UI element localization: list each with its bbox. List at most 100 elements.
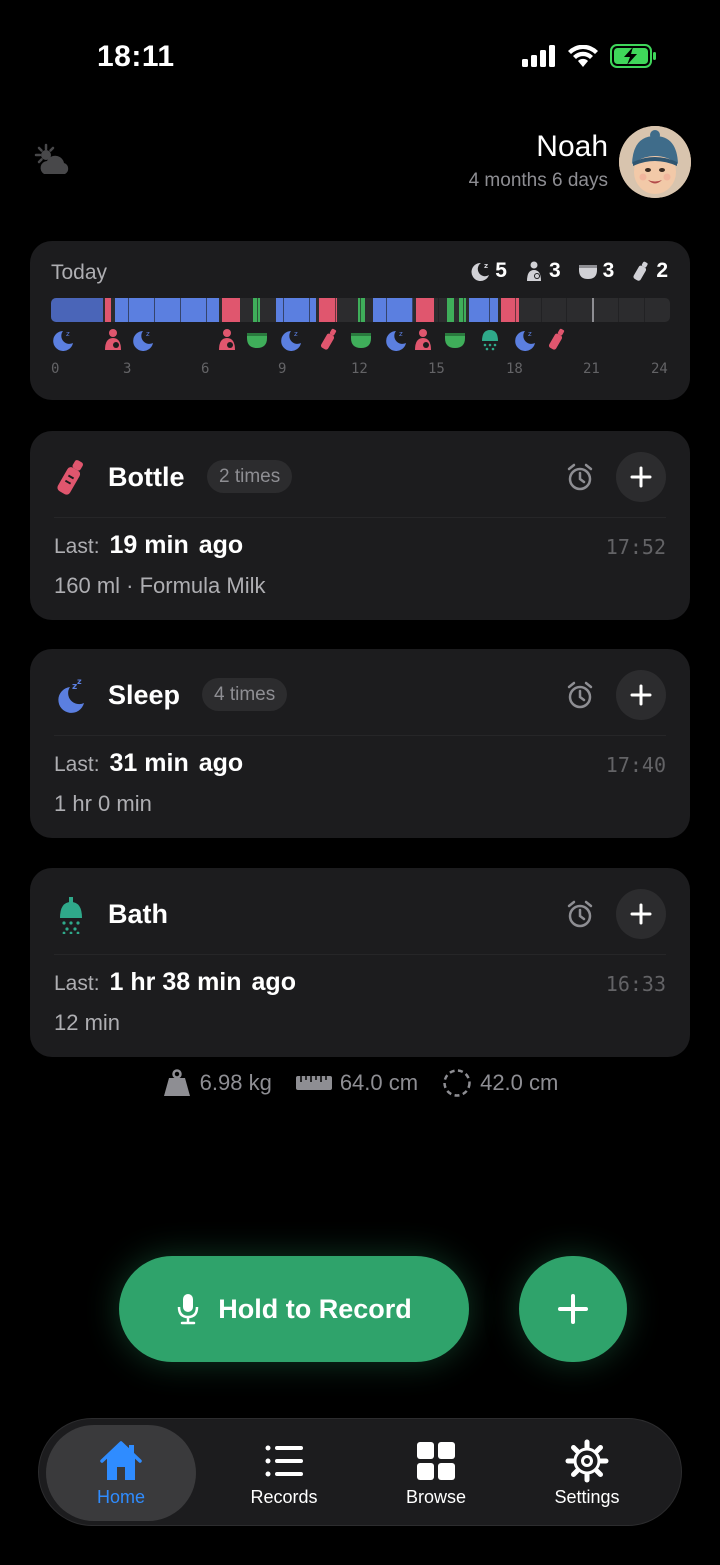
hour-label: 0 [51,361,60,377]
timeline-feeding-segment [416,298,434,322]
svg-text:z: z [66,330,70,338]
growth-measurements[interactable]: 6.98 kg 64.0 cm 42.0 cm [0,1068,720,1098]
last-value: 19 min [109,531,189,559]
add-entry-button[interactable] [519,1256,627,1362]
gear-icon [565,1439,609,1482]
status-bar: 18:11 [0,0,720,110]
tab-label: Records [250,1486,318,1507]
weight-value: 6.98 kg [199,1070,272,1095]
feeding-event-icon [105,329,121,350]
hour-label: 24 [651,361,668,377]
tab-label: Settings [554,1486,620,1507]
plus-icon [630,466,652,488]
alarm-clock-icon[interactable] [566,899,594,929]
bottle-event-icon [548,328,565,350]
diaper-icon [578,265,597,279]
tab-settings[interactable]: Settings [512,1425,662,1521]
grid-icon [417,1441,455,1480]
today-timeline[interactable] [51,298,670,322]
bottle-card[interactable]: Bottle 2 times Last: 19 min ago 17:52 16… [30,431,690,620]
plus-icon [630,684,652,706]
card-detail: 12 min [54,1010,121,1035]
bottle-icon [633,261,648,281]
hour-label: 12 [351,361,368,377]
svg-text:z: z [528,330,532,338]
diaper-count-stat: 3 [577,259,614,283]
tab-records[interactable]: Records [209,1425,359,1521]
alarm-clock-icon[interactable] [566,680,594,710]
diaper-event-icon [445,333,465,348]
add-bottle-button[interactable] [616,452,666,502]
baby-avatar[interactable] [619,126,691,198]
bottle-event-icon [320,328,337,350]
weight-measure[interactable]: 6.98 kg [162,1068,272,1098]
divider [54,735,666,736]
add-sleep-button[interactable] [616,670,666,720]
feeding-event-icon [219,329,235,350]
hour-label: 3 [123,361,132,377]
bottle-icon [57,460,83,495]
sleep-count: 5 [495,259,507,282]
alarm-clock-icon[interactable] [566,462,594,492]
svg-text:z: z [484,262,488,270]
sleep-card[interactable]: zz Sleep 4 times Last: 31 min ago 17:40 … [30,649,690,838]
microphone-icon [178,1294,199,1325]
record-label: Hold to Record [218,1293,412,1324]
bath-event-icon [482,330,498,351]
moon-icon: z [471,262,490,281]
list-icon [265,1445,303,1476]
last-value: 1 hr 38 min [109,968,242,996]
last-ago: ago [251,968,296,996]
add-bath-button[interactable] [616,889,666,939]
sleep-event-icon: z [386,330,406,351]
timeline-diaper-segment [447,298,454,322]
height-measure[interactable]: 64.0 cm [295,1068,419,1098]
svg-text:z: z [399,330,403,338]
shower-icon [60,897,82,934]
divider [54,954,666,955]
timeline-feeding-segment [105,298,111,322]
diaper-event-icon [247,333,267,348]
last-label: Last: [54,972,100,995]
bath-card[interactable]: Bath Last: 1 hr 38 min ago 16:33 12 min [30,868,690,1057]
weather-partly-cloudy-icon[interactable] [32,142,72,178]
sleep-moon-icon: zz [58,677,84,713]
ruler-icon [295,1076,332,1090]
last-ago: ago [198,749,244,777]
hour-label: 18 [506,361,523,377]
feeding-event-icon [415,329,431,350]
height-value: 64.0 cm [339,1070,419,1095]
last-line: Last: 31 min ago [54,749,243,778]
hold-to-record-button[interactable]: Hold to Record [119,1256,469,1362]
count-badge: 2 times [207,460,293,493]
weight-icon [163,1069,190,1096]
wifi-icon [568,45,598,67]
timeline-sleep-segment [373,298,413,322]
battery-charging-icon [610,44,656,68]
divider [54,517,666,518]
tab-label: Browse [405,1486,467,1507]
status-time: 18:11 [97,40,175,73]
status-icons [522,44,658,68]
head-measure[interactable]: 42.0 cm [442,1068,558,1098]
card-title: Bath [108,899,168,929]
bottle-count-stat: 2 [630,259,668,283]
timeline-sleep-segment [115,298,219,322]
last-value: 31 min [109,749,189,777]
last-time: 16:33 [605,972,666,996]
timeline-sleep-segment [276,298,316,322]
hour-label: 21 [583,361,600,377]
sleep-event-icon: z [133,330,153,351]
home-icon [100,1440,142,1480]
sleep-event-icon: z [515,330,535,351]
svg-text:z: z [294,330,298,338]
count-badge: 4 times [202,678,288,711]
feeding-count: 3 [548,259,561,282]
last-time: 17:40 [605,753,666,777]
tab-home[interactable]: Home [46,1425,196,1521]
diaper-event-icon [351,333,371,348]
tab-browse[interactable]: Browse [361,1425,511,1521]
today-summary-card[interactable]: Today z 5 3 3 2 z z z z z 0 3 6 9 12 15 … [30,241,690,400]
timeline-bottle-segment [501,298,519,322]
baby-name[interactable]: Noah [536,130,608,164]
